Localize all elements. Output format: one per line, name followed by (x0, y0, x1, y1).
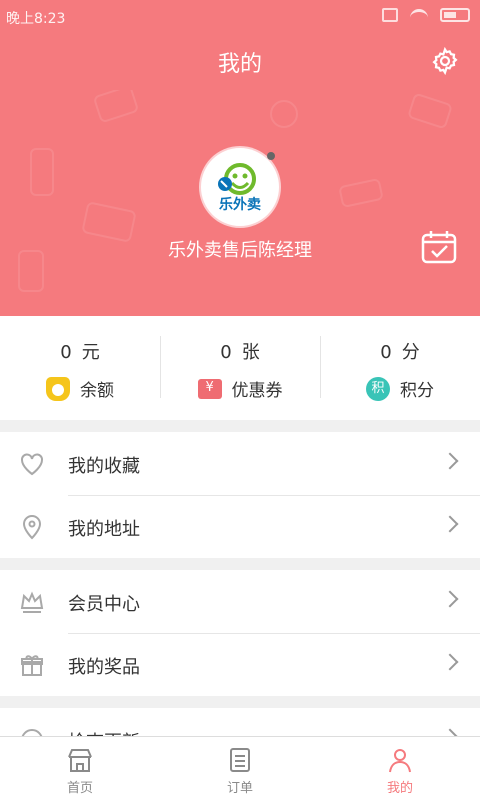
update-icon (21, 729, 43, 736)
nav-item-orders[interactable]: 订单 (160, 737, 320, 800)
money-bag-icon (46, 376, 70, 401)
background-pattern (406, 92, 454, 130)
menu-item-prizes[interactable]: 我的奖品 (0, 633, 480, 696)
profile-banner: 乐外卖 乐外卖售后陈经理 (0, 90, 480, 316)
bottom-nav: 首页 订单 我的 (0, 736, 480, 800)
menu-item-membership[interactable]: 会员中心 (0, 570, 480, 633)
nav-item-profile[interactable]: 我的 (320, 737, 480, 800)
nav-label: 首页 (66, 781, 93, 796)
stat-label-row: 优惠券 (160, 376, 320, 401)
menu-group-3: 检查更新 (0, 708, 480, 736)
wifi-icon (410, 9, 428, 21)
balance-stat[interactable]: 0元 余额 (0, 316, 160, 420)
avatar[interactable]: 乐外卖 (201, 148, 279, 226)
coupon-stat[interactable]: 0张 优惠券 (160, 316, 320, 420)
stat-label: 积分 (400, 381, 434, 401)
settings-gear-icon[interactable] (430, 46, 460, 76)
menu-item-address[interactable]: 我的地址 (0, 495, 480, 558)
background-pattern (30, 148, 54, 196)
coupon-icon (197, 378, 222, 399)
stat-value: 0元 (60, 342, 100, 363)
profile-icon (389, 749, 411, 773)
store-icon (68, 749, 92, 772)
chevron-right-icon (441, 452, 459, 470)
menu-item-favorites[interactable]: 我的收藏 (0, 432, 480, 495)
stat-value: 0张 (220, 342, 260, 363)
background-pattern (92, 90, 140, 124)
stat-label-row: 余额 (0, 376, 160, 401)
stat-value: 0分 (380, 342, 420, 363)
stat-label-row: 积 积分 (320, 376, 480, 401)
menu-label: 检查更新 (68, 728, 140, 736)
crown-icon (20, 591, 44, 613)
menu-item-update[interactable]: 检查更新 (0, 708, 480, 736)
signal-icon (382, 8, 398, 22)
calendar-checkin-icon[interactable] (420, 228, 458, 266)
location-icon (22, 515, 42, 540)
menu-label: 我的收藏 (68, 456, 140, 477)
points-icon: 积 (366, 376, 390, 401)
stat-label: 优惠券 (231, 381, 283, 401)
gift-icon (21, 655, 43, 676)
chevron-right-icon (441, 515, 459, 533)
nav-label: 我的 (386, 781, 413, 796)
menu-label: 我的地址 (68, 519, 140, 540)
account-stats: 0元 余额 0张 优惠券 0分 积 积分 (0, 316, 480, 420)
status-time: 晚上8:23 (6, 11, 66, 27)
profile-name: 乐外卖售后陈经理 (168, 240, 312, 261)
nav-label: 订单 (226, 781, 253, 796)
menu-label: 会员中心 (68, 594, 140, 615)
page-title: 我的 (217, 52, 262, 77)
background-pattern (270, 100, 298, 128)
avatar-badge (267, 152, 275, 160)
menu-label: 我的奖品 (68, 657, 140, 678)
chevron-right-icon (441, 653, 459, 671)
lewaimai-logo-icon (218, 163, 256, 195)
status-icons (382, 8, 470, 22)
battery-icon (440, 8, 470, 22)
heart-icon (21, 453, 43, 476)
chevron-right-icon (441, 590, 459, 608)
order-icon (230, 748, 250, 772)
logo-text: 乐外卖 (219, 197, 261, 213)
points-stat[interactable]: 0分 积 积分 (320, 316, 480, 420)
header: 我的 (0, 34, 480, 90)
stat-label: 余额 (80, 381, 114, 401)
menu-group-1: 我的收藏 我的地址 (0, 432, 480, 558)
status-bar: 晚上8:23 (0, 0, 480, 34)
background-pattern (338, 177, 384, 209)
chevron-right-icon (441, 728, 459, 736)
nav-item-home[interactable]: 首页 (0, 737, 160, 800)
menu-group-2: 会员中心 我的奖品 (0, 570, 480, 696)
